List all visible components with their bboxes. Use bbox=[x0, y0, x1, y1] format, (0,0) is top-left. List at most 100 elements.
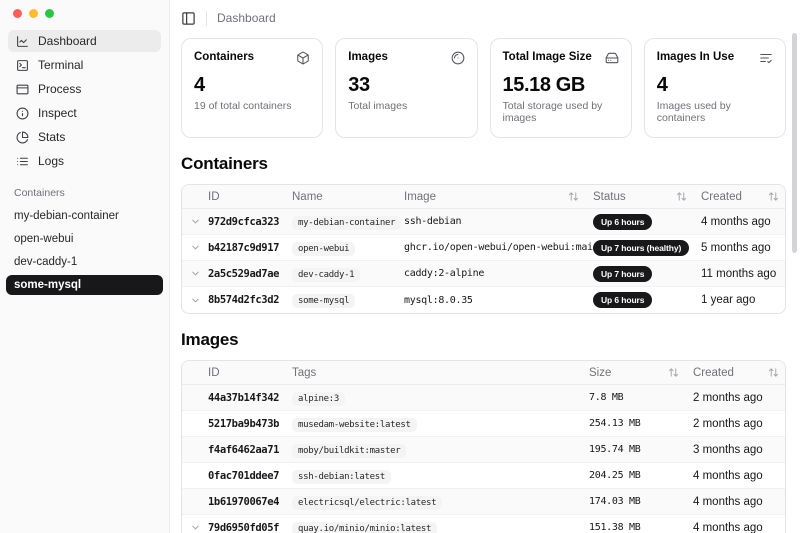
container-id: 972d9cfca323 bbox=[208, 216, 292, 228]
sidebar-toggle-icon[interactable] bbox=[181, 11, 196, 26]
pie-chart-icon bbox=[16, 131, 29, 144]
image-size: 174.03 MB bbox=[589, 496, 693, 507]
image-size: 195.74 MB bbox=[589, 444, 693, 455]
sidebar-container-list: my-debian-container open-webui dev-caddy… bbox=[0, 206, 169, 295]
sidebar-container-my-debian-container[interactable]: my-debian-container bbox=[6, 206, 163, 226]
image-size: 151.38 MB bbox=[589, 522, 693, 533]
container-created: 11 months ago bbox=[701, 268, 785, 280]
zoom-window-button[interactable] bbox=[45, 9, 54, 18]
sidebar-item-process[interactable]: Process bbox=[8, 78, 161, 100]
card-title: Images bbox=[348, 51, 388, 63]
sidebar-container-dev-caddy-1[interactable]: dev-caddy-1 bbox=[6, 252, 163, 272]
card-title: Images In Use bbox=[657, 51, 734, 63]
stat-card-containers: Containers 4 19 of total containers bbox=[181, 38, 323, 138]
status-badge: Up 6 hours bbox=[593, 292, 652, 308]
package-icon bbox=[296, 51, 310, 65]
container-id: 8b574d2fc3d2 bbox=[208, 294, 292, 306]
image-tag-badge: ssh-debian:latest bbox=[292, 470, 391, 484]
image-tag-badge: musedam-website:latest bbox=[292, 418, 417, 432]
card-title: Containers bbox=[194, 51, 254, 63]
image-row[interactable]: f4af6462aa71 moby/buildkit:master 195.74… bbox=[182, 437, 785, 463]
sort-icon[interactable] bbox=[668, 367, 679, 378]
image-row[interactable]: 5217ba9b473b musedam-website:latest 254.… bbox=[182, 411, 785, 437]
minimize-window-button[interactable] bbox=[29, 9, 38, 18]
image-id: 1b61970067e4 bbox=[208, 496, 292, 508]
col-header-status[interactable]: Status bbox=[593, 191, 701, 203]
image-created: 2 months ago bbox=[693, 392, 785, 404]
status-badge: Up 6 hours bbox=[593, 214, 652, 230]
expand-row-button[interactable] bbox=[182, 522, 208, 533]
vertical-scrollbar[interactable] bbox=[792, 33, 797, 253]
image-row[interactable]: 1b61970067e4 electricsql/electric:latest… bbox=[182, 489, 785, 515]
image-size: 254.13 MB bbox=[589, 418, 693, 429]
container-image: caddy:2-alpine bbox=[404, 268, 593, 279]
chevron-down-icon bbox=[190, 242, 201, 253]
image-id: 5217ba9b473b bbox=[208, 418, 292, 430]
image-row[interactable]: 79d6950fd05f quay.io/minio/minio:latest … bbox=[182, 515, 785, 533]
image-tag-badge: alpine:3 bbox=[292, 392, 345, 406]
image-row[interactable]: 0fac701ddee7 ssh-debian:latest 204.25 MB… bbox=[182, 463, 785, 489]
sidebar-item-logs[interactable]: Logs bbox=[8, 150, 161, 172]
sidebar-container-open-webui[interactable]: open-webui bbox=[6, 229, 163, 249]
stat-card-images: Images 33 Total images bbox=[335, 38, 477, 138]
main-content: Dashboard Containers 4 19 of total conta… bbox=[170, 0, 800, 533]
image-created: 4 months ago bbox=[693, 496, 785, 508]
sidebar-item-label: Dashboard bbox=[38, 34, 97, 48]
image-row[interactable]: 44a37b14f342 alpine:3 7.8 MB 2 months ag… bbox=[182, 385, 785, 411]
sort-icon[interactable] bbox=[568, 191, 579, 202]
container-row[interactable]: 8b574d2fc3d2 some-mysql mysql:8.0.35 Up … bbox=[182, 287, 785, 313]
chevron-down-icon bbox=[190, 268, 201, 279]
container-id: 2a5c529ad7ae bbox=[208, 268, 292, 280]
container-row[interactable]: 2a5c529ad7ae dev-caddy-1 caddy:2-alpine … bbox=[182, 261, 785, 287]
containers-table: ID Name Image Status Created 972d9cfca32… bbox=[181, 184, 786, 314]
card-subtitle: Total images bbox=[348, 100, 464, 112]
stat-cards: Containers 4 19 of total containers Imag… bbox=[181, 38, 786, 138]
image-tag-badge: electricsql/electric:latest bbox=[292, 496, 442, 510]
stat-card-images-in-use: Images In Use 4 Images used by container… bbox=[644, 38, 786, 138]
image-size: 7.8 MB bbox=[589, 392, 693, 403]
list-icon bbox=[16, 155, 29, 168]
sidebar-item-label: Terminal bbox=[38, 58, 83, 72]
close-window-button[interactable] bbox=[13, 9, 22, 18]
col-header-created[interactable]: Created bbox=[701, 191, 785, 203]
col-header-image[interactable]: Image bbox=[404, 191, 593, 203]
container-name-badge: my-debian-container bbox=[292, 216, 401, 230]
sort-icon[interactable] bbox=[768, 367, 779, 378]
container-row[interactable]: b42187c9d917 open-webui ghcr.io/open-web… bbox=[182, 235, 785, 261]
sidebar-item-label: Stats bbox=[38, 130, 65, 144]
container-row[interactable]: 972d9cfca323 my-debian-container ssh-deb… bbox=[182, 209, 785, 235]
expand-row-button[interactable] bbox=[182, 242, 208, 253]
images-table-header: ID Tags Size Created bbox=[182, 361, 785, 385]
expand-row-button[interactable] bbox=[182, 268, 208, 279]
sidebar-container-some-mysql[interactable]: some-mysql bbox=[6, 275, 163, 295]
card-subtitle: Total storage used by images bbox=[503, 100, 619, 124]
image-size: 204.25 MB bbox=[589, 470, 693, 481]
card-value: 33 bbox=[348, 74, 464, 97]
card-subtitle: Images used by containers bbox=[657, 100, 773, 124]
sort-icon[interactable] bbox=[768, 191, 779, 202]
col-header-size[interactable]: Size bbox=[589, 367, 693, 379]
expand-row-button[interactable] bbox=[182, 216, 208, 227]
sidebar-nav: Dashboard Terminal Process Inspect Stats… bbox=[0, 30, 169, 172]
sort-icon[interactable] bbox=[676, 191, 687, 202]
sidebar-item-label: Process bbox=[38, 82, 81, 96]
sidebar-item-stats[interactable]: Stats bbox=[8, 126, 161, 148]
col-header-tags: Tags bbox=[292, 367, 589, 379]
sidebar-item-terminal[interactable]: Terminal bbox=[8, 54, 161, 76]
sidebar-item-dashboard[interactable]: Dashboard bbox=[8, 30, 161, 52]
list-check-icon bbox=[759, 51, 773, 65]
containers-table-header: ID Name Image Status Created bbox=[182, 185, 785, 209]
status-badge: Up 7 hours (healthy) bbox=[593, 240, 689, 256]
image-created: 2 months ago bbox=[693, 418, 785, 430]
image-created: 4 months ago bbox=[693, 522, 785, 533]
col-header-created[interactable]: Created bbox=[693, 367, 785, 379]
containers-section-title: Containers bbox=[181, 154, 786, 174]
hard-drive-icon bbox=[605, 51, 619, 65]
expand-row-button[interactable] bbox=[182, 295, 208, 306]
card-subtitle: 19 of total containers bbox=[194, 100, 310, 112]
container-image: ssh-debian bbox=[404, 216, 593, 227]
col-header-id: ID bbox=[208, 191, 292, 203]
image-created: 3 months ago bbox=[693, 444, 785, 456]
window-controls bbox=[0, 0, 169, 18]
sidebar-item-inspect[interactable]: Inspect bbox=[8, 102, 161, 124]
